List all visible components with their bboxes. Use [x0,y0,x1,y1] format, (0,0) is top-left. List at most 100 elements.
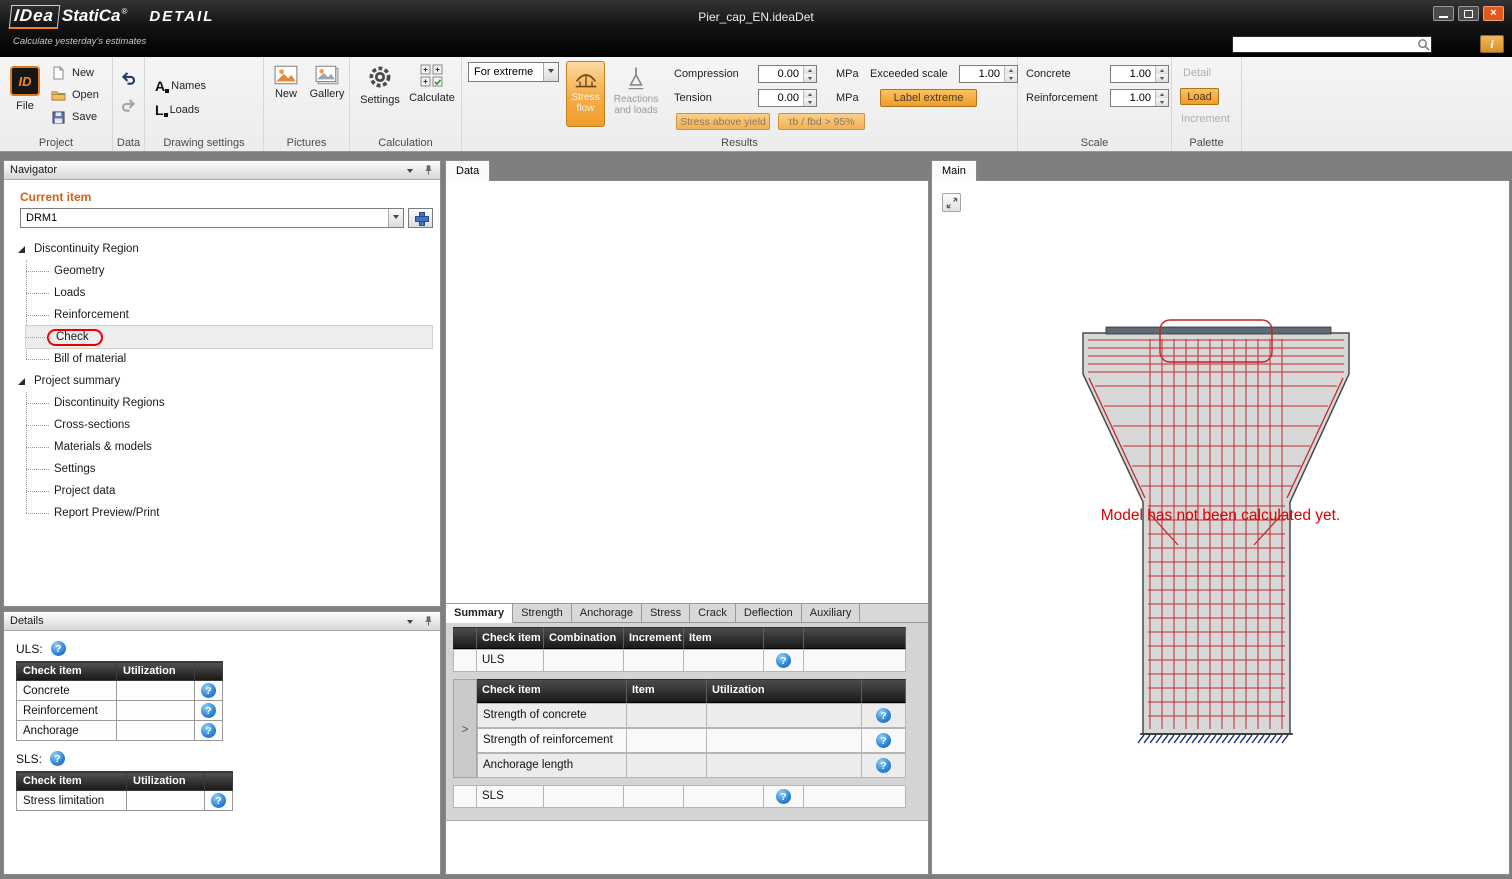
tree-node-cross-sections[interactable]: Cross-sections [26,414,432,436]
loads-toggle[interactable]: L Loads [155,100,200,120]
exceeded-scale-down-icon[interactable] [1005,74,1017,82]
scale-reinforcement-value[interactable]: 1.00 [1111,90,1155,106]
close-button[interactable]: × [1483,6,1504,21]
tension-down-icon[interactable] [804,98,816,106]
stress-above-yield-toggle[interactable]: Stress above yield [676,113,770,130]
anchorage-help-icon[interactable]: ? [201,723,216,738]
tab-auxiliary[interactable]: Auxiliary [802,604,861,622]
tension-up-icon[interactable] [804,90,816,98]
tree-node-geometry[interactable]: Geometry [26,260,432,282]
tree-node-check[interactable]: Check [26,326,432,348]
maximize-button[interactable] [1458,6,1479,21]
uls-help-icon[interactable]: ? [51,641,66,656]
sls-row-help-icon[interactable]: ? [776,789,791,804]
anchorage-length-item-cell [627,753,707,778]
fit-view-button[interactable] [942,193,961,212]
pin-icon[interactable] [423,615,434,627]
uls-summary-row[interactable]: ULS ? [453,649,906,672]
tab-strength[interactable]: Strength [513,604,572,622]
uls-row-help-icon[interactable]: ? [776,653,791,668]
concrete-help-icon[interactable]: ? [201,683,216,698]
search-box[interactable] [1232,36,1432,53]
current-item-dropdown[interactable]: DRM1 [20,208,404,228]
new-button[interactable]: New [50,63,99,83]
file-button[interactable]: ID File [4,61,46,129]
tab-deflection[interactable]: Deflection [736,604,802,622]
scale-reinforcement-up-icon[interactable] [1156,90,1168,98]
label-extreme-button[interactable]: Label extreme [880,89,977,107]
collapse-panel-icon[interactable] [407,620,413,627]
calculate-button[interactable]: Calculate [406,63,458,104]
undo-button[interactable] [120,70,137,92]
palette-detail-option[interactable]: Detail [1183,67,1211,79]
tree-node-discontinuity-regions[interactable]: Discontinuity Regions [26,392,432,414]
open-button[interactable]: Open [50,85,99,105]
sls-summary-row[interactable]: SLS ? [453,785,906,808]
search-input[interactable] [1233,38,1415,51]
table-row[interactable]: Anchorage length ? [477,753,906,778]
tab-anchorage[interactable]: Anchorage [572,604,642,622]
search-icon[interactable] [1415,37,1431,52]
exceeded-scale-spinner[interactable]: 1.00 [959,65,1018,83]
scale-reinforcement-down-icon[interactable] [1156,98,1168,106]
table-row[interactable]: Strength of concrete ? [477,703,906,728]
tab-stress[interactable]: Stress [642,604,690,622]
redo-button[interactable] [120,97,137,119]
tree-node-project-data[interactable]: Project data [26,480,432,502]
tb-fbd-toggle[interactable]: τb / fbd > 95% [778,113,865,130]
scale-concrete-spinner[interactable]: 1.00 [1110,65,1169,83]
expander-icon[interactable] [18,378,25,385]
reactions-and-loads-button[interactable]: Reactions and loads [608,61,664,127]
save-button[interactable]: Save [50,107,99,127]
scale-reinforcement-spinner[interactable]: 1.00 [1110,89,1169,107]
tree-node-settings[interactable]: Settings [26,458,432,480]
tree-node-project-summary[interactable]: Project summary [4,370,440,392]
stress-limitation-help-icon[interactable]: ? [211,793,226,808]
pin-icon[interactable] [423,164,434,176]
palette-load-option[interactable]: Load [1180,88,1219,105]
scale-concrete-up-icon[interactable] [1156,66,1168,74]
compression-down-icon[interactable] [804,74,816,82]
reinforcement-help-icon[interactable]: ? [201,703,216,718]
tension-spinner[interactable]: 0.00 [758,89,817,107]
expander-icon[interactable] [18,246,25,253]
row-expander[interactable]: > [453,679,477,778]
tab-deflection-label: Deflection [744,607,793,619]
calculation-settings-button[interactable]: Settings [356,63,404,106]
pier-cap-drawing[interactable] [932,181,1509,874]
names-toggle[interactable]: A Names [155,76,206,96]
strength-reinforcement-help-icon[interactable]: ? [876,733,891,748]
scale-concrete-value[interactable]: 1.00 [1111,66,1155,82]
compression-value[interactable]: 0.00 [759,66,803,82]
table-row[interactable]: Strength of reinforcement ? [477,728,906,753]
strength-concrete-help-icon[interactable]: ? [876,708,891,723]
header-expander-col [453,627,477,649]
collapse-panel-icon[interactable] [407,169,413,176]
gallery-button[interactable]: Gallery [306,65,348,100]
tab-main[interactable]: Main [931,160,977,181]
tree-node-bill-of-material[interactable]: Bill of material [26,348,432,370]
add-item-button[interactable] [408,208,433,228]
minimize-button[interactable] [1433,6,1454,21]
new-picture-button[interactable]: New [268,65,304,100]
tree-node-discontinuity-region[interactable]: Discontinuity Region [4,238,440,260]
tree-node-loads[interactable]: Loads [26,282,432,304]
compression-spinner[interactable]: 0.00 [758,65,817,83]
for-extreme-dropdown[interactable]: For extreme [468,62,559,82]
scale-concrete-down-icon[interactable] [1156,74,1168,82]
tree-node-materials-models[interactable]: Materials & models [26,436,432,458]
stress-flow-button[interactable]: Stress flow [566,61,605,127]
anchorage-length-help-icon[interactable]: ? [876,758,891,773]
exceeded-scale-value[interactable]: 1.00 [960,66,1004,82]
tree-node-report-preview-print[interactable]: Report Preview/Print [26,502,432,524]
tab-crack[interactable]: Crack [690,604,736,622]
tension-value[interactable]: 0.00 [759,90,803,106]
tab-data[interactable]: Data [445,160,490,181]
info-button[interactable]: i [1480,35,1504,53]
exceeded-scale-up-icon[interactable] [1005,66,1017,74]
compression-up-icon[interactable] [804,66,816,74]
palette-increment-option[interactable]: Increment [1181,113,1230,125]
tree-node-reinforcement[interactable]: Reinforcement [26,304,432,326]
sls-help-icon[interactable]: ? [50,751,65,766]
tab-summary[interactable]: Summary [446,604,513,623]
